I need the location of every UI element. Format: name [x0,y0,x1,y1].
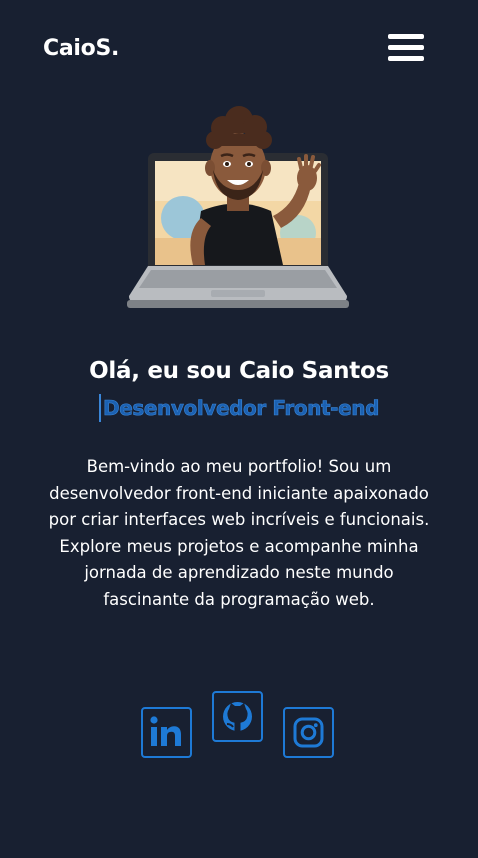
menu-line [388,45,424,50]
hero-subtitle: Desenvolvedor Front-end [99,394,380,422]
instagram-icon [293,717,324,748]
menu-line [388,56,424,61]
github-icon [223,702,252,731]
linkedin-icon [150,716,181,746]
logo[interactable]: CaioS. [43,36,119,61]
menu-line [388,34,424,39]
hero-title: Olá, eu sou Caio Santos [89,358,389,384]
avatar-illustration [127,106,349,308]
github-button[interactable] [212,691,263,742]
instagram-button[interactable] [283,707,334,758]
hero-description: Bem-vindo ao meu portfolio! Sou um desen… [48,457,430,609]
hamburger-menu-icon[interactable] [388,32,424,64]
linkedin-button[interactable] [141,707,192,758]
